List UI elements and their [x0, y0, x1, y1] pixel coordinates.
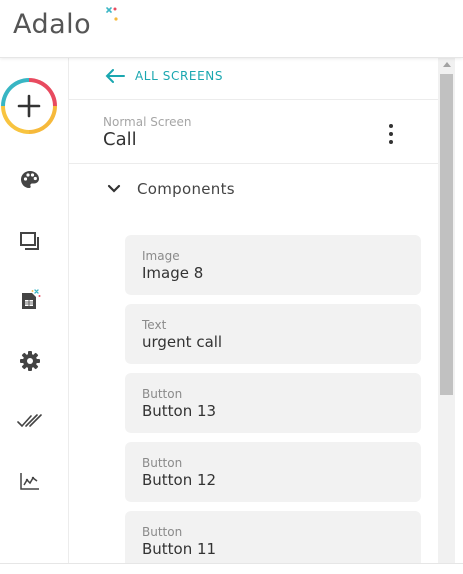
- screens-icon: [20, 232, 39, 250]
- component-item[interactable]: Button Button 13: [125, 373, 421, 433]
- left-sidebar: [0, 58, 69, 563]
- component-type: Button: [142, 456, 183, 470]
- double-check-icon: [17, 414, 42, 428]
- sidebar-item-database[interactable]: [17, 287, 43, 313]
- screen-name: Call: [103, 129, 137, 150]
- sparkle-icon: [106, 7, 118, 21]
- component-name: urgent call: [142, 333, 223, 351]
- kebab-dot: [389, 124, 393, 128]
- component-type: Image: [142, 249, 180, 263]
- component-name: Button 13: [142, 402, 217, 420]
- screen-panel: ALL SCREENS Normal Screen Call Component…: [69, 58, 438, 571]
- add-component-button[interactable]: [1, 78, 57, 134]
- scroll-up-arrow-icon[interactable]: [443, 62, 451, 67]
- top-bar: Adalo: [0, 0, 463, 58]
- database-icon: [22, 289, 41, 309]
- component-name: Image 8: [142, 264, 204, 282]
- component-item[interactable]: Button Button 12: [125, 442, 421, 502]
- screen-options-button[interactable]: [381, 122, 401, 146]
- all-screens-link[interactable]: ALL SCREENS: [105, 69, 223, 83]
- component-item[interactable]: Button Button 11: [125, 511, 421, 571]
- component-name: Button 11: [142, 540, 217, 558]
- sidebar-item-branding[interactable]: [17, 167, 43, 193]
- component-name: Button 12: [142, 471, 217, 489]
- bottom-border: [0, 563, 463, 574]
- sidebar-item-screens[interactable]: [17, 228, 43, 254]
- chevron-down-icon: [107, 184, 121, 193]
- arrow-left-icon: [105, 69, 125, 83]
- panel-scrollbar[interactable]: [438, 58, 455, 563]
- component-item[interactable]: Image Image 8: [125, 235, 421, 295]
- components-section-toggle[interactable]: Components: [107, 180, 235, 198]
- gear-icon: [20, 351, 40, 371]
- component-type: Button: [142, 387, 183, 401]
- sidebar-item-settings[interactable]: [17, 348, 43, 374]
- all-screens-label: ALL SCREENS: [135, 69, 224, 83]
- divider: [69, 163, 438, 164]
- kebab-dot: [389, 140, 393, 144]
- sidebar-item-analytics[interactable]: [17, 468, 43, 494]
- kebab-dot: [389, 132, 393, 136]
- adalo-logo[interactable]: Adalo: [13, 9, 91, 40]
- plus-icon: [17, 94, 41, 118]
- divider: [69, 99, 438, 100]
- analytics-icon: [20, 473, 39, 490]
- components-section-label: Components: [137, 180, 235, 198]
- screen-type-label: Normal Screen: [103, 115, 192, 129]
- component-type: Text: [142, 318, 167, 332]
- scrollbar-thumb[interactable]: [440, 74, 453, 395]
- component-type: Button: [142, 525, 183, 539]
- sidebar-item-publish[interactable]: [17, 408, 43, 434]
- component-item[interactable]: Text urgent call: [125, 304, 421, 364]
- palette-icon: [21, 171, 39, 188]
